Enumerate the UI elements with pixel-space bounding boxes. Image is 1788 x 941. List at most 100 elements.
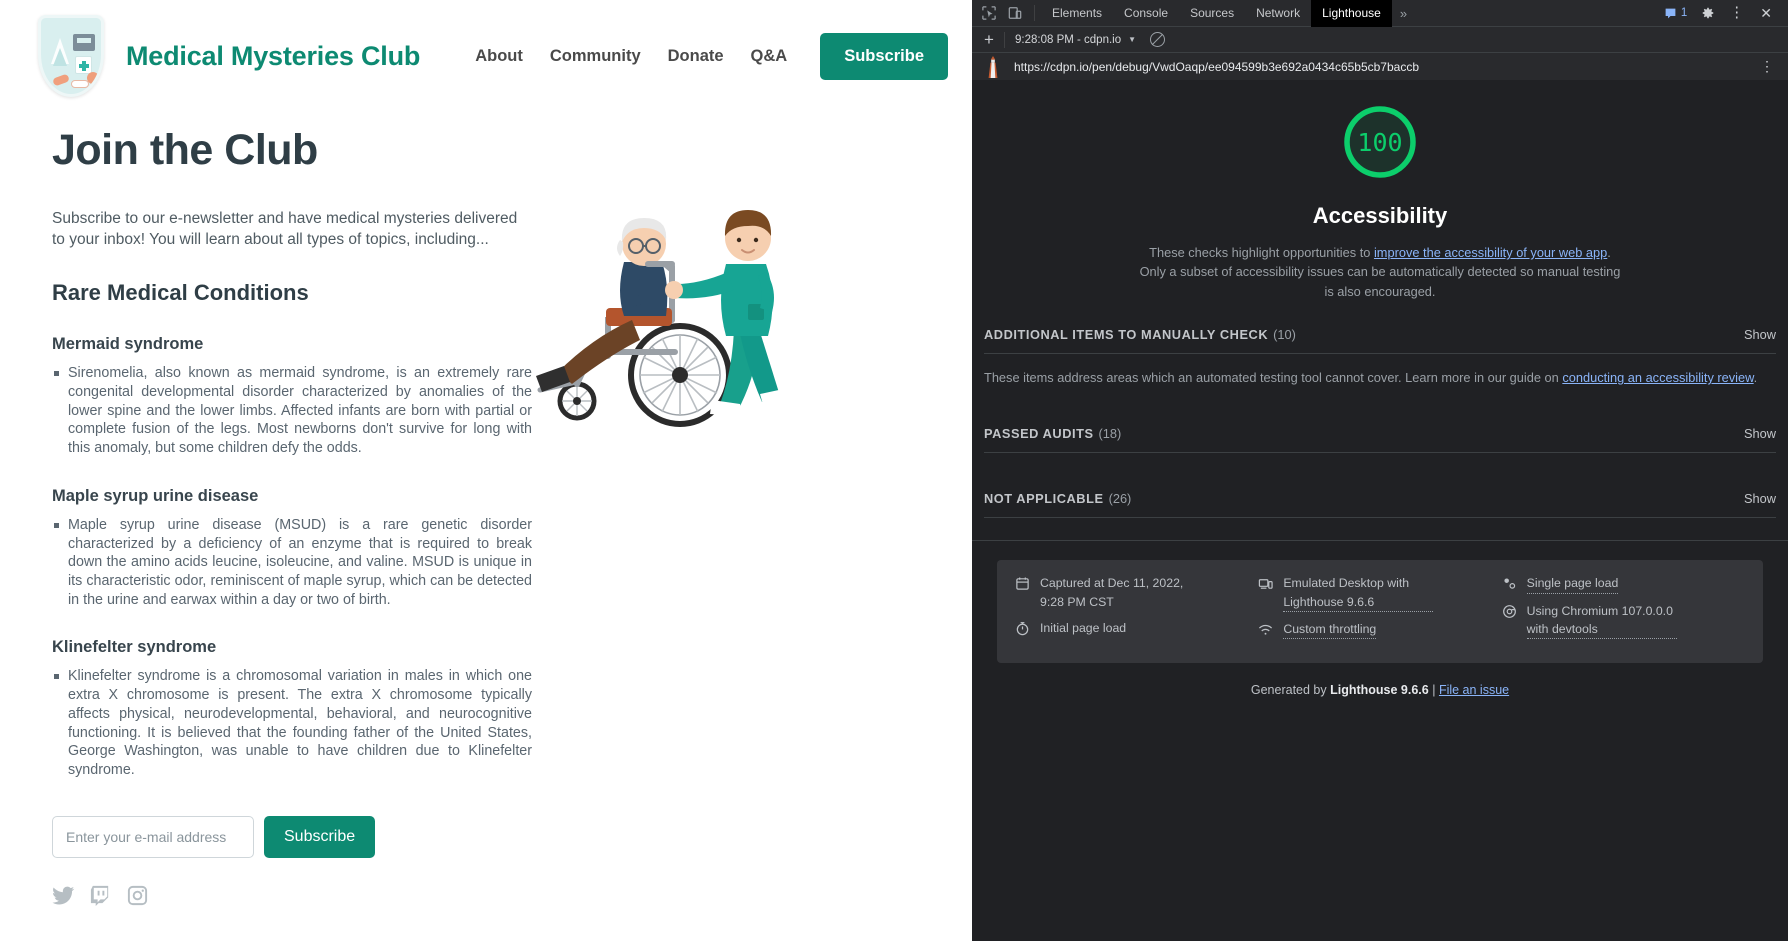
issues-count: 1 <box>1681 7 1687 19</box>
site-title: Medical Mysteries Club <box>126 41 420 72</box>
section-count: (18) <box>1099 426 1122 441</box>
tabs-overflow-icon[interactable]: » <box>1392 6 1415 21</box>
metadata-column-3: Single page load Using Chromium 107.0.0.… <box>1502 574 1745 647</box>
issues-badge[interactable]: 1 <box>1658 7 1693 20</box>
section-body-post: . <box>1754 370 1758 385</box>
report-footer: Generated by Lighthouse 9.6.6 | File an … <box>972 683 1788 697</box>
tab-console[interactable]: Console <box>1113 0 1179 27</box>
section-header: PASSED AUDITS (18) Show <box>984 426 1776 452</box>
medical-shield-logo-icon <box>38 15 104 97</box>
category-description: These checks highlight opportunities to … <box>1139 243 1621 301</box>
category-title: Accessibility <box>972 203 1788 229</box>
devtools-toolbar: Elements Console Sources Network Lightho… <box>972 0 1788 27</box>
metadata-captured-at: Captured at Dec 11, 2022, 9:28 PM CST <box>1015 574 1258 611</box>
lighthouse-logo-icon <box>984 56 1002 78</box>
section-title: ADDITIONAL ITEMS TO MANUALLY CHECK <box>984 327 1268 342</box>
new-report-button[interactable]: + <box>974 32 1004 48</box>
report-menu-icon[interactable]: ⋮ <box>1754 62 1780 71</box>
metadata-column-2: Emulated Desktop with Lighthouse 9.6.6 C… <box>1258 574 1501 647</box>
chevron-down-icon: ▼ <box>1128 35 1136 44</box>
browser-page-content: Medical Mysteries Club About Community D… <box>0 0 972 941</box>
report-metadata: Captured at Dec 11, 2022, 9:28 PM CST In… <box>997 560 1763 663</box>
score-value: 100 <box>1341 103 1419 181</box>
section-title: NOT APPLICABLE <box>984 491 1104 506</box>
desktop-icon <box>1258 576 1273 591</box>
list-item: Maple syrup urine disease (MSUD) is a ra… <box>52 516 532 610</box>
intro-paragraph: Subscribe to our e-newsletter and have m… <box>52 209 522 250</box>
section-manual-checks: ADDITIONAL ITEMS TO MANUALLY CHECK (10) … <box>972 327 1788 388</box>
stopwatch-icon <box>1015 621 1030 636</box>
devtools-panel: Elements Console Sources Network Lightho… <box>972 0 1788 941</box>
inspect-element-icon[interactable] <box>976 2 1002 25</box>
gear-icon[interactable] <box>1695 2 1721 25</box>
metadata-page-load: Initial page load <box>1015 619 1258 637</box>
report-divider <box>972 540 1788 541</box>
footer-separator: | <box>1429 683 1439 697</box>
nurse-pushing-wheelchair-illustration <box>520 180 840 450</box>
metadata-single-page-load: Single page load <box>1502 574 1745 593</box>
section-header: ADDITIONAL ITEMS TO MANUALLY CHECK (10) … <box>984 327 1776 353</box>
section-header: NOT APPLICABLE (26) Show <box>984 491 1776 517</box>
devtools-tabs: Elements Console Sources Network Lightho… <box>1041 0 1415 27</box>
accessibility-score-gauge[interactable]: 100 <box>1341 103 1419 181</box>
instagram-icon[interactable] <box>126 884 149 907</box>
metadata-link[interactable]: Single page load <box>1527 574 1619 593</box>
condition-list-klinefelter: Klinefelter syndrome is a chromosomal va… <box>52 667 532 779</box>
improve-accessibility-link[interactable]: improve the accessibility of your web ap… <box>1374 245 1607 260</box>
metadata-column-1: Captured at Dec 11, 2022, 9:28 PM CST In… <box>1015 574 1258 647</box>
twitter-icon[interactable] <box>52 884 75 907</box>
show-toggle-manual-checks[interactable]: Show <box>1744 327 1776 342</box>
page-title: Join the Club <box>52 126 934 175</box>
toolbar-divider <box>1034 5 1035 21</box>
tab-lighthouse[interactable]: Lighthouse <box>1311 0 1392 27</box>
footer-pre: Generated by <box>1251 683 1330 697</box>
clear-all-icon[interactable] <box>1150 32 1165 47</box>
single-page-icon <box>1502 576 1517 591</box>
nav-subscribe-button[interactable]: Subscribe <box>820 33 948 80</box>
section-title: PASSED AUDITS <box>984 426 1094 441</box>
section-body-pre: These items address areas which an autom… <box>984 370 1562 385</box>
metadata-emulation: Emulated Desktop with Lighthouse 9.6.6 <box>1258 574 1501 612</box>
section-body: These items address areas which an autom… <box>984 354 1776 388</box>
list-item: Sirenomelia, also known as mermaid syndr… <box>52 364 532 458</box>
list-item: Klinefelter syndrome is a chromosomal va… <box>52 667 532 779</box>
nav-item-community[interactable]: Community <box>550 47 641 66</box>
devtools-toolbar-right: 1 ⋮ ✕ <box>1658 2 1784 25</box>
metadata-value: Initial page load <box>1040 619 1126 637</box>
close-icon[interactable]: ✕ <box>1752 5 1780 22</box>
show-toggle-not-applicable[interactable]: Show <box>1744 491 1776 506</box>
section-count: (26) <box>1109 491 1132 506</box>
metadata-link[interactable]: Using Chromium 107.0.0.0 with devtools <box>1527 602 1677 640</box>
throttling-icon <box>1258 622 1273 637</box>
section-not-applicable: NOT APPLICABLE (26) Show <box>972 491 1788 518</box>
metadata-link[interactable]: Custom throttling <box>1283 620 1376 639</box>
lighthouse-url-bar: https://cdpn.io/pen/debug/VwdOaqp/ee0945… <box>972 53 1788 81</box>
kebab-menu-icon[interactable]: ⋮ <box>1723 8 1750 18</box>
site-header: Medical Mysteries Club About Community D… <box>0 0 972 108</box>
nav-item-qa[interactable]: Q&A <box>751 47 788 66</box>
show-toggle-passed-audits[interactable]: Show <box>1744 426 1776 441</box>
metadata-link[interactable]: Emulated Desktop with Lighthouse 9.6.6 <box>1283 574 1433 612</box>
tab-elements[interactable]: Elements <box>1041 0 1113 27</box>
accessibility-review-link[interactable]: conducting an accessibility review <box>1562 370 1753 385</box>
newsletter-signup-form: Subscribe <box>52 816 934 858</box>
twitch-icon[interactable] <box>89 884 112 907</box>
file-an-issue-link[interactable]: File an issue <box>1439 683 1509 697</box>
footer-version: Lighthouse 9.6.6 <box>1330 683 1429 697</box>
run-selector-dropdown[interactable]: 9:28:08 PM - cdpn.io ▼ <box>1015 34 1136 46</box>
section-count: (10) <box>1273 327 1296 342</box>
tab-sources[interactable]: Sources <box>1179 0 1245 27</box>
section-passed-audits: PASSED AUDITS (18) Show <box>972 426 1788 453</box>
subscribe-button[interactable]: Subscribe <box>264 816 375 858</box>
condition-title-msud: Maple syrup urine disease <box>52 487 934 506</box>
run-selector-label: 9:28:08 PM - cdpn.io <box>1015 34 1121 46</box>
email-field[interactable] <box>52 816 254 858</box>
nav-item-about[interactable]: About <box>475 47 523 66</box>
tab-network[interactable]: Network <box>1245 0 1311 27</box>
divider <box>984 452 1776 453</box>
report-bottom-padding <box>972 827 1788 941</box>
device-toolbar-icon[interactable] <box>1002 2 1028 25</box>
nav-item-donate[interactable]: Donate <box>668 47 724 66</box>
calendar-icon <box>1015 576 1030 591</box>
metadata-chromium: Using Chromium 107.0.0.0 with devtools <box>1502 602 1745 640</box>
